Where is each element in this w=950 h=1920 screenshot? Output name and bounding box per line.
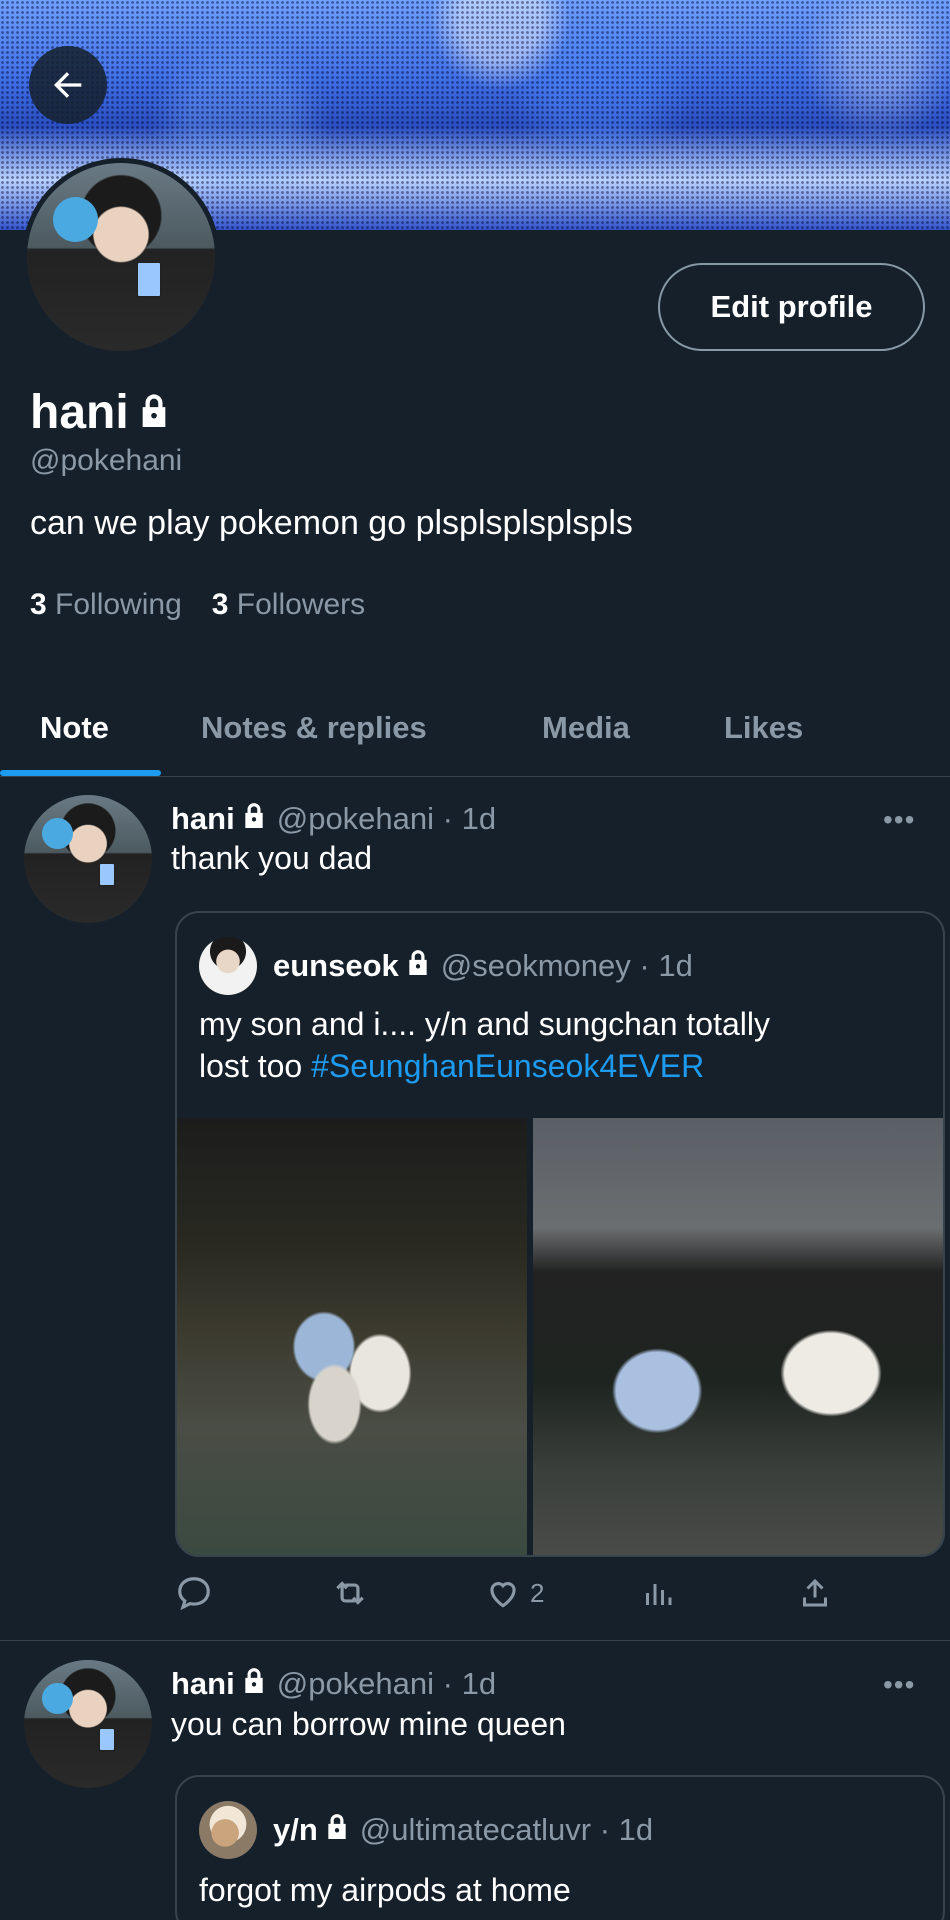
post-meta: @pokehani · 1d — [276, 1666, 497, 1701]
follow-stats: 3 Following 3 Followers — [30, 588, 365, 622]
profile-handle: @pokehani — [30, 444, 183, 477]
quoted-text: my son and i.... y/n and sungchan totall… — [199, 1006, 770, 1084]
post-text: you can borrow mine queen — [171, 1706, 566, 1742]
quoted-meta: @seokmoney · 1d — [440, 948, 693, 983]
post-divider — [0, 1640, 950, 1641]
retweet-icon — [336, 1581, 364, 1605]
quoted-post-header: eunseok @seokmoney · 1d — [199, 937, 693, 995]
following-link[interactable]: 3 Following — [30, 588, 182, 622]
analytics-button[interactable] — [640, 1574, 676, 1612]
quoted-post[interactable]: eunseok @seokmoney · 1d my son and i....… — [175, 911, 945, 1557]
back-arrow-icon — [54, 72, 82, 98]
share-icon — [803, 1578, 827, 1607]
post-avatar[interactable] — [24, 1660, 152, 1788]
post-author-name[interactable]: hani — [171, 1666, 235, 1702]
lock-icon — [324, 1811, 350, 1849]
more-icon[interactable]: ••• — [883, 804, 915, 836]
lock-icon — [241, 1665, 267, 1703]
post-author-name[interactable]: hani — [171, 801, 235, 837]
post-avatar[interactable] — [24, 795, 152, 923]
quoted-avatar — [199, 1801, 257, 1859]
post-photo-1[interactable] — [177, 1118, 527, 1555]
post-meta: @pokehani · 1d — [276, 801, 497, 836]
like-button[interactable]: 2 — [484, 1574, 544, 1612]
post-text: thank you dad — [171, 840, 373, 876]
tab-notes-and-replies[interactable]: Notes & replies — [201, 680, 427, 776]
quoted-meta: @ultimatecatluvr · 1d — [359, 1812, 654, 1847]
tab-media[interactable]: Media — [542, 680, 630, 776]
quoted-post[interactable]: y/n @ultimatecatluvr · 1d forgot my airp… — [175, 1775, 945, 1920]
lock-icon — [241, 800, 267, 838]
quoted-author-name: eunseok — [273, 948, 399, 983]
profile-name-row: hani — [30, 385, 171, 440]
more-icon[interactable]: ••• — [883, 1669, 915, 1701]
quoted-text: forgot my airpods at home — [199, 1872, 571, 1908]
lock-icon — [137, 391, 171, 434]
share-button[interactable] — [797, 1574, 833, 1612]
post-header: hani @pokehani · 1d — [171, 1665, 496, 1703]
analytics-icon — [646, 1584, 672, 1605]
followers-link[interactable]: 3 Followers — [212, 588, 365, 622]
profile-bio: can we play pokemon go plsplsplsplspls — [30, 504, 633, 542]
heart-icon — [490, 1582, 516, 1608]
edit-profile-button[interactable]: Edit profile — [658, 263, 925, 351]
profile-tabs: Note Notes & replies Media Likes — [0, 680, 950, 776]
tabs-divider — [0, 776, 950, 777]
tab-note[interactable]: Note — [40, 680, 109, 776]
profile-name: hani — [30, 386, 129, 439]
post-photo-2[interactable] — [533, 1118, 943, 1555]
tab-likes[interactable]: Likes — [724, 680, 803, 776]
reply-button[interactable] — [175, 1574, 213, 1612]
profile-avatar[interactable] — [22, 158, 220, 356]
reply-icon — [178, 1577, 210, 1611]
hashtag-link[interactable]: #SeunghanEunseok4EVER — [311, 1048, 704, 1084]
quoted-avatar — [199, 937, 257, 995]
lock-icon — [405, 947, 431, 985]
like-count: 2 — [530, 1577, 545, 1608]
quoted-author-name: y/n — [273, 1812, 318, 1847]
back-button[interactable] — [29, 46, 107, 124]
post-actions: 2 — [0, 1574, 950, 1624]
retweet-button[interactable] — [330, 1574, 370, 1612]
quoted-post-header: y/n @ultimatecatluvr · 1d — [199, 1801, 653, 1859]
post-header: hani @pokehani · 1d — [171, 800, 496, 838]
